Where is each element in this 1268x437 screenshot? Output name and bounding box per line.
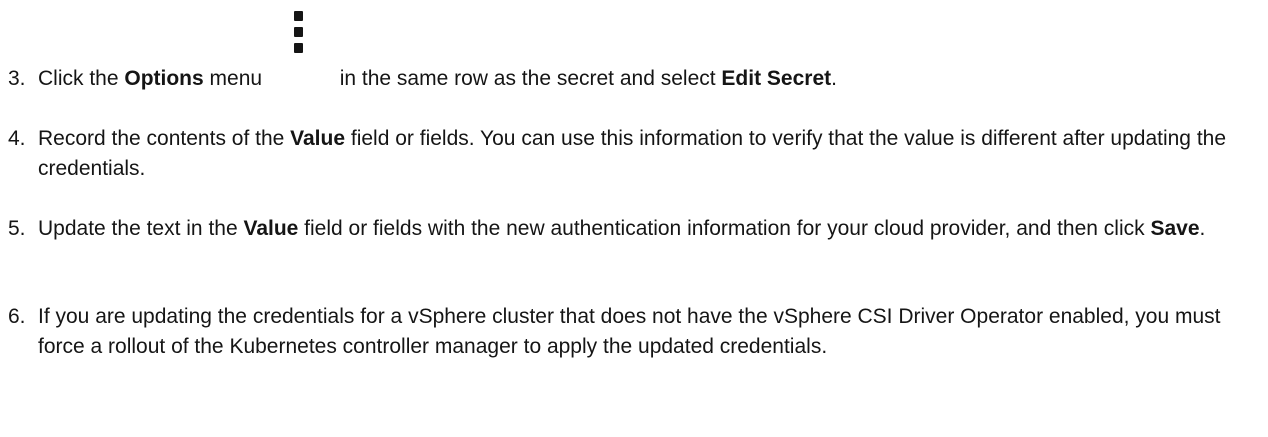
step-6: 6. If you are updating the credentials f… — [8, 302, 1248, 362]
step-text: Click the Options menu in the same row a… — [38, 11, 1248, 94]
step-text: Update the text in the Value field or fi… — [38, 217, 1206, 240]
step-text: Record the contents of the Value field o… — [38, 127, 1227, 180]
step-number: 6. — [8, 305, 26, 328]
step-number: 5. — [8, 217, 26, 240]
step-text: If you are updating the credentials for … — [38, 305, 1221, 358]
edit-secret-label: Edit Secret — [721, 67, 832, 90]
step-5: 5. Update the text in the Value field or… — [8, 214, 1248, 244]
step-number: 3. — [8, 67, 26, 90]
kebab-options-icon — [268, 11, 334, 94]
step-4: 4. Record the contents of the Value fiel… — [8, 124, 1248, 184]
save-label: Save — [1150, 217, 1200, 240]
value-field-label: Value — [243, 217, 299, 240]
step-3: 3. Click the Options menu in the same ro… — [8, 11, 1248, 94]
step-number: 4. — [8, 127, 26, 150]
options-menu-label: Options — [124, 67, 204, 90]
value-field-label: Value — [290, 127, 346, 150]
